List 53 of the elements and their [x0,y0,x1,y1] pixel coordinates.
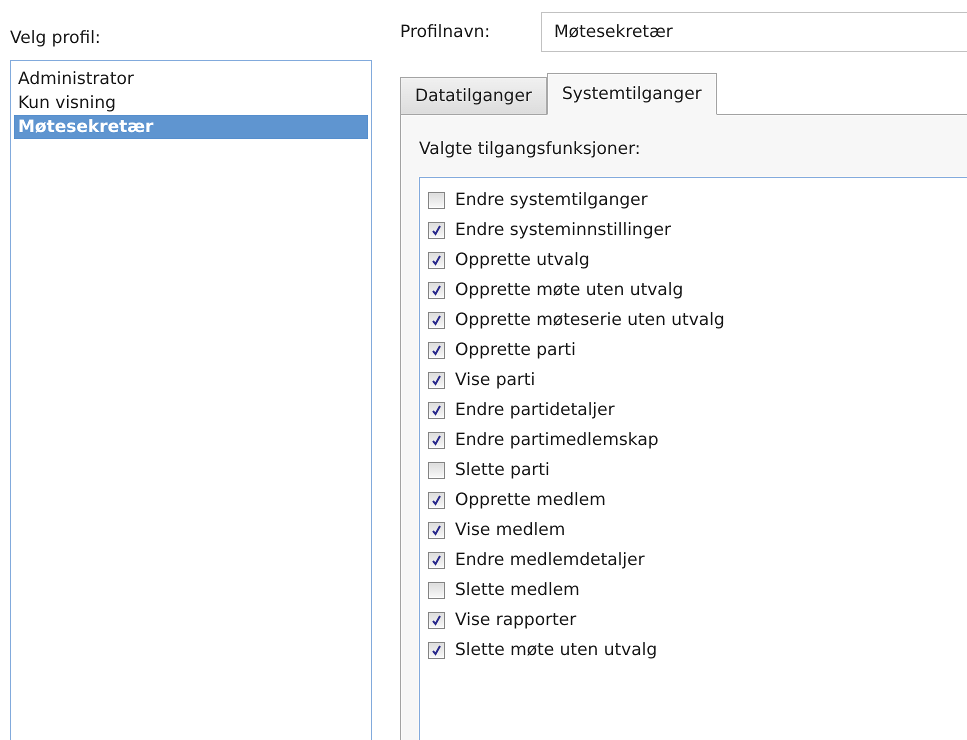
checkbox[interactable] [428,342,445,358]
checkmark-icon [431,314,442,326]
checkmark-icon [431,404,442,416]
checkbox-label: Endre partimedlemskap [455,430,659,450]
checkbox-label: Slette parti [455,460,550,480]
profile-name-field[interactable]: Møtesekretær [541,12,967,52]
checkbox-label: Vise parti [455,370,536,390]
checkbox[interactable] [428,612,445,628]
checkbox[interactable] [428,642,445,658]
checkbox[interactable] [428,402,445,418]
checkbox-label: Opprette parti [455,340,576,360]
checkbox[interactable] [428,252,445,268]
checkbox-label: Endre partidetaljer [455,400,615,420]
checkmark-icon [431,374,442,386]
checkbox-label: Endre systemtilganger [455,190,648,210]
checkbox-label: Vise medlem [455,520,566,540]
checkbox-label: Opprette utvalg [455,250,590,270]
checkbox-label: Opprette medlem [455,490,606,510]
checkbox-label: Slette møte uten utvalg [455,640,658,660]
checkmark-icon [431,554,442,566]
list-label: Velg profil: [10,28,102,48]
checkbox[interactable] [428,222,445,238]
profile-list-item[interactable]: Administrator [14,67,368,91]
tab[interactable]: Datatilganger [400,77,547,115]
checkmark-icon [431,614,442,626]
checkbox-label: Endre medlemdetaljer [455,550,645,570]
checkmark-icon [431,254,442,266]
checkmark-icon [431,224,442,236]
checkmark-icon [431,434,442,446]
checkbox[interactable] [428,432,445,448]
tab[interactable]: Systemtilganger [546,73,717,115]
checkmark-icon [431,344,442,356]
checkbox-label: Slette medlem [455,580,580,600]
checkbox[interactable] [428,192,445,208]
checkbox[interactable] [428,552,445,568]
checkbox[interactable] [428,492,445,508]
field-label: Profilnavn: [400,22,492,42]
checkbox-label: Opprette møteserie uten utvalg [455,310,725,330]
checkbox[interactable] [428,582,445,598]
checkbox-label: Endre systeminnstillinger [455,220,671,240]
section-label: Valgte tilgangsfunksjoner: [419,139,642,159]
checkmark-icon [431,494,442,506]
checkbox-label: Vise rapporter [455,610,576,630]
checkbox[interactable] [428,372,445,388]
checkbox[interactable] [428,282,445,298]
checkmark-icon [431,284,442,296]
checkmark-icon [431,524,442,536]
profile-list-item[interactable]: Kun visning [14,91,368,115]
checkbox[interactable] [428,312,445,328]
checkbox[interactable] [428,462,445,478]
checkbox-label: Opprette møte uten utvalg [455,280,684,300]
checkmark-icon [431,644,442,656]
checkbox[interactable] [428,522,445,538]
